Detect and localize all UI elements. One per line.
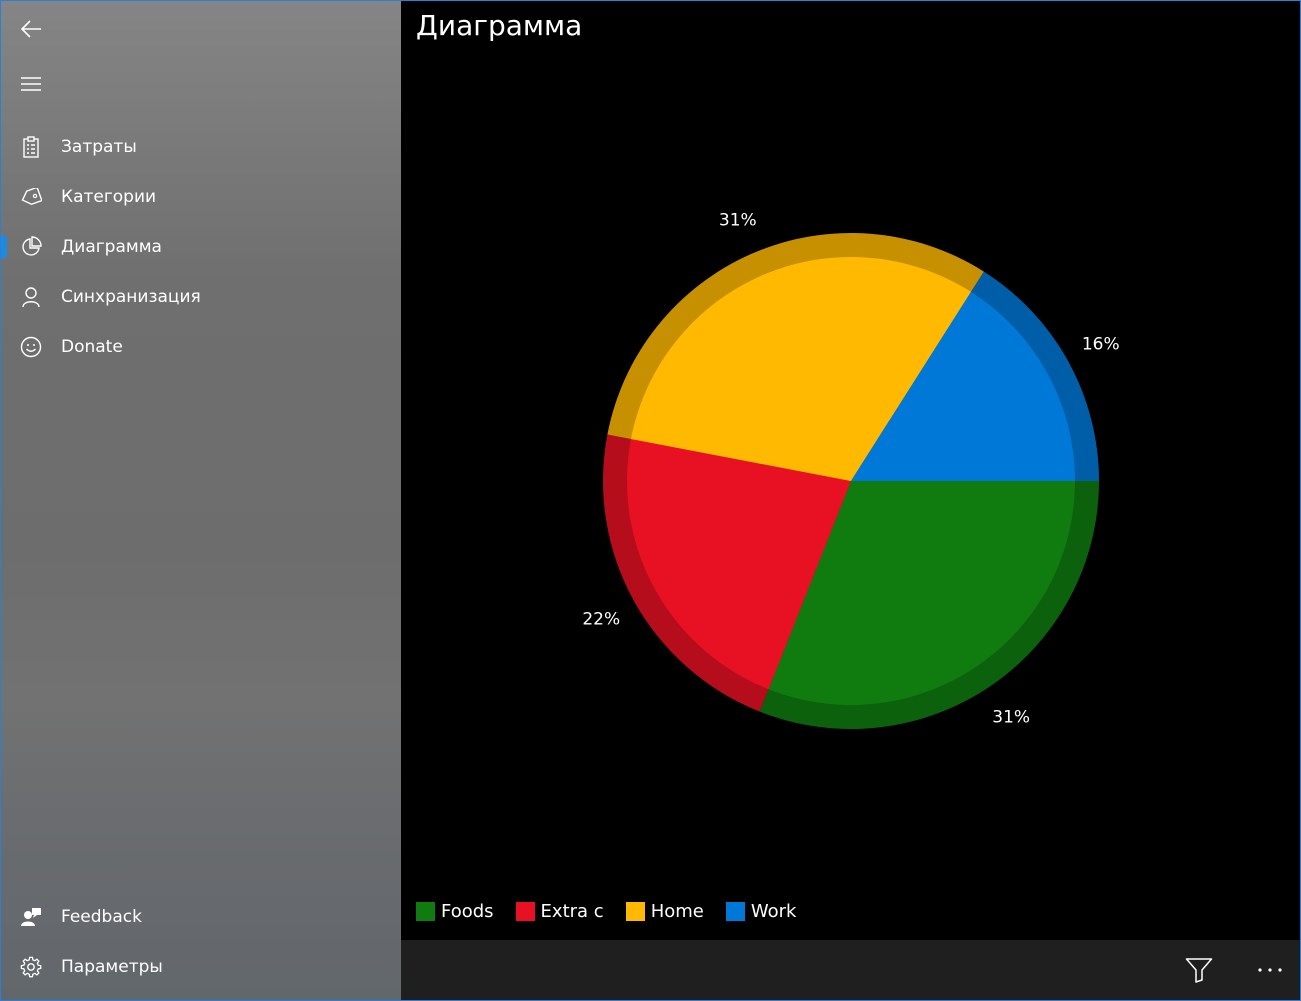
nav-item-label: Категории: [61, 187, 157, 207]
nav-item-settings[interactable]: Параметры: [1, 942, 401, 992]
slice-label-home: 31%: [719, 210, 757, 230]
command-bar: [401, 940, 1300, 1000]
nav-item-donate[interactable]: Donate: [1, 322, 401, 372]
legend-item: Extra c: [515, 901, 604, 922]
filter-icon: [1185, 958, 1213, 983]
legend-label: Work: [750, 901, 797, 922]
legend-label: Home: [650, 901, 704, 922]
nav-item-label: Feedback: [61, 907, 142, 927]
app-window: Затраты Категории Диаграмма Синхранизаци…: [0, 0, 1301, 1001]
clipboard-icon: [1, 136, 61, 158]
legend-swatch: [625, 902, 645, 921]
slice-label-extra-c: 22%: [582, 609, 620, 629]
filter-button[interactable]: [1169, 940, 1229, 1000]
chart-legend: Foods Extra c Home Work: [416, 901, 818, 922]
legend-label: Extra c: [540, 901, 604, 922]
more-options-button[interactable]: [1240, 940, 1300, 1000]
nav-item-label: Параметры: [61, 957, 163, 977]
back-arrow-icon: [20, 20, 41, 38]
content-area: Диаграмма 31% 22% 31% 16% Foods Extra c Home W…: [401, 1, 1300, 1000]
nav-item-categories[interactable]: Категории: [1, 172, 401, 222]
nav-item-label: Диаграмма: [61, 237, 162, 257]
nav-item-label: Синхранизация: [61, 287, 201, 307]
slice-label-work: 16%: [1082, 335, 1120, 355]
legend-item: Work: [725, 901, 797, 922]
pie-chart-icon: [1, 236, 61, 258]
nav-item-chart[interactable]: Диаграмма: [1, 222, 401, 272]
more-icon: [1258, 968, 1282, 972]
nav-item-feedback[interactable]: Feedback: [1, 892, 401, 942]
pie-chart: 31% 22% 31% 16%: [582, 210, 1120, 730]
nav-item-label: Donate: [61, 337, 123, 357]
person-icon: [1, 286, 61, 308]
hamburger-icon: [21, 77, 41, 91]
gear-icon: [1, 956, 61, 978]
nav-item-expenses[interactable]: Затраты: [1, 122, 401, 172]
navigation-pane: Затраты Категории Диаграмма Синхранизаци…: [1, 1, 401, 1000]
legend-swatch: [725, 902, 745, 921]
back-button[interactable]: [1, 4, 61, 54]
legend-label: Foods: [441, 901, 494, 922]
legend-item: Foods: [416, 901, 494, 922]
hamburger-menu-button[interactable]: [1, 59, 61, 109]
slice-label-foods: 31%: [992, 708, 1030, 728]
tag-icon: [1, 188, 61, 206]
legend-swatch: [515, 902, 535, 921]
feedback-icon: [1, 906, 61, 928]
legend-swatch: [416, 902, 435, 921]
smiley-icon: [1, 336, 61, 358]
selection-indicator: [1, 236, 7, 258]
nav-item-label: Затраты: [61, 137, 137, 157]
nav-item-sync[interactable]: Синхранизация: [1, 272, 401, 322]
legend-item: Home: [625, 901, 704, 922]
